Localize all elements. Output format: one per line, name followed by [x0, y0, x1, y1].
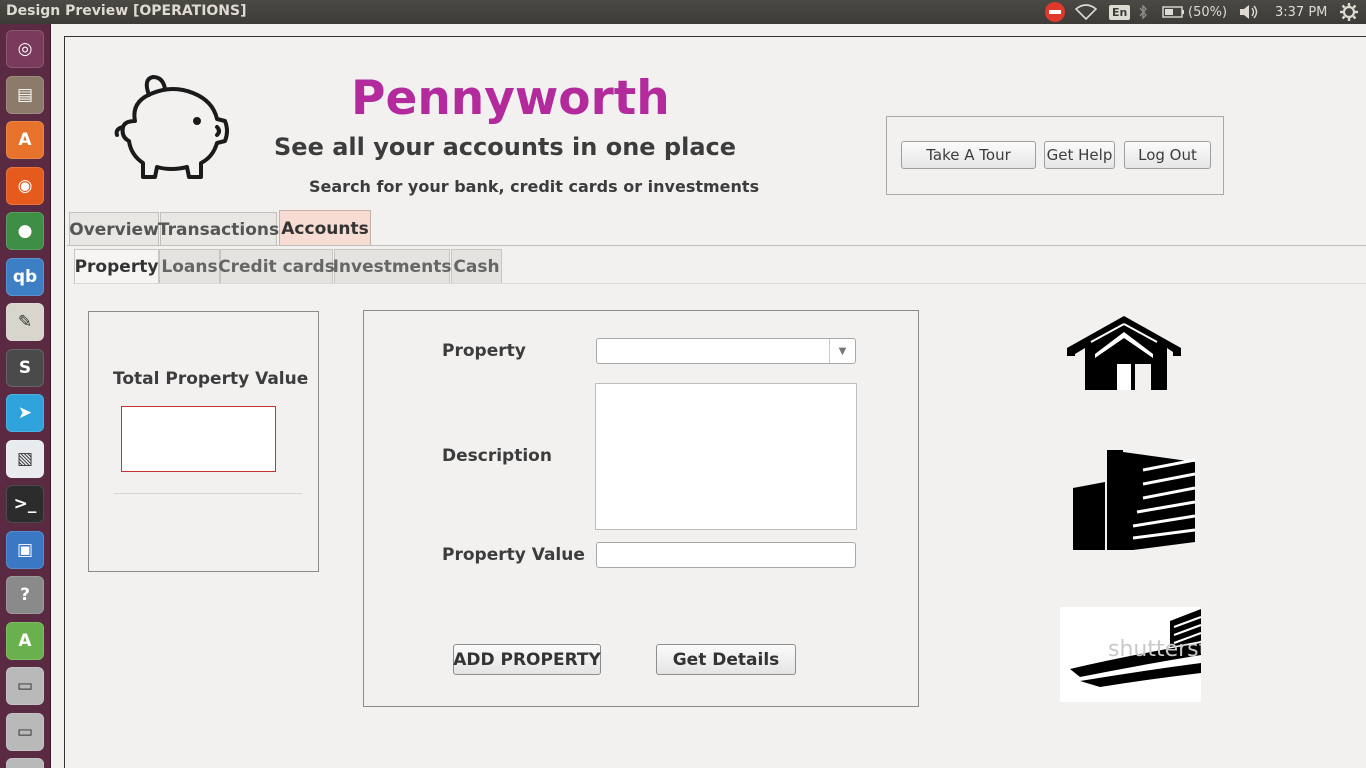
launcher-telegram-icon[interactable]: ➤: [6, 394, 44, 432]
tab-accounts[interactable]: Accounts: [279, 210, 371, 246]
app-subtitle: See all your accounts in one place: [274, 133, 737, 161]
piggy-bank-icon: [114, 75, 229, 179]
app-title: Pennyworth: [351, 71, 670, 126]
add-property-button[interactable]: ADD PROPERTY: [453, 644, 601, 675]
property-value-label: Property Value: [442, 545, 585, 565]
launcher-text-editor-icon[interactable]: ✎: [6, 303, 44, 341]
launcher-libreoffice-writer-icon[interactable]: ▧: [6, 440, 44, 478]
take-a-tour-button[interactable]: Take A Tour: [901, 141, 1036, 169]
search-hint-text: Search for your bank, credit cards or in…: [309, 177, 760, 196]
log-out-button[interactable]: Log Out: [1124, 141, 1211, 169]
building-icon: [1073, 450, 1195, 550]
stadium-watermark: shutterstock: [1108, 637, 1201, 662]
launcher-android-studio-icon[interactable]: A: [6, 622, 44, 660]
no-entry-icon[interactable]: [1044, 0, 1066, 24]
app-window: Pennyworth See all your accounts in one …: [64, 36, 1366, 768]
subtab-cash[interactable]: Cash: [451, 249, 502, 283]
stadium-image: shutterstock: [1060, 607, 1201, 702]
property-form: Property ▼ Description Property Value AD…: [363, 310, 919, 707]
keyboard-layout-label: En: [1109, 4, 1131, 20]
launcher-chrome-icon[interactable]: ●: [6, 212, 44, 250]
tabs-divider: [67, 245, 1366, 246]
launcher-files-icon[interactable]: ▤: [6, 76, 44, 114]
description-label: Description: [442, 446, 552, 466]
subtab-credit-cards[interactable]: Credit cards: [218, 249, 335, 283]
wifi-icon[interactable]: [1075, 0, 1099, 24]
launcher-dash-home-icon[interactable]: ◎: [6, 30, 44, 68]
volume-icon[interactable]: [1238, 0, 1262, 24]
house-icon: [1067, 316, 1181, 390]
launcher-firefox-icon[interactable]: ◉: [6, 167, 44, 205]
launcher-trash-icon[interactable]: ▭: [6, 758, 44, 768]
launcher-sublime-text-icon[interactable]: S: [6, 349, 44, 387]
top-panel: Design Preview [OPERATIONS] En (50%) 3:3…: [0, 0, 1366, 24]
property-label: Property: [442, 341, 526, 361]
property-value-input[interactable]: [596, 542, 856, 568]
launcher-software-center-icon[interactable]: A: [6, 121, 44, 159]
subtab-property[interactable]: Property: [74, 249, 159, 283]
total-property-label: Total Property Value: [113, 369, 309, 389]
bluetooth-icon[interactable]: [1138, 0, 1152, 24]
launcher-help-icon[interactable]: ?: [6, 576, 44, 614]
property-select[interactable]: ▼: [596, 338, 856, 364]
subtabs-divider: [73, 283, 1366, 284]
launcher: ◎ ▤ A ◉ ● qb ✎ S ➤ ▧ >_ ▣? A ▭ ▭ ▭: [0, 24, 51, 768]
launcher-disk-1-icon[interactable]: ▭: [6, 667, 44, 705]
subtab-loans[interactable]: Loans: [159, 249, 220, 283]
tab-overview[interactable]: Overview: [69, 212, 159, 246]
get-details-button[interactable]: Get Details: [656, 644, 796, 675]
launcher-terminal-icon[interactable]: >_: [6, 485, 44, 523]
panel-divider: [114, 493, 302, 494]
window-title: Design Preview [OPERATIONS]: [6, 3, 247, 19]
subtab-investments[interactable]: Investments: [333, 249, 451, 283]
launcher-virtualbox-icon[interactable]: ▣: [6, 531, 44, 569]
tab-transactions[interactable]: Transactions: [158, 212, 279, 246]
battery-indicator[interactable]: (50%): [1162, 0, 1232, 24]
launcher-qbittorrent-icon[interactable]: qb: [6, 258, 44, 296]
total-property-panel: Total Property Value: [88, 311, 319, 572]
description-textarea[interactable]: [595, 383, 857, 530]
session-gear-icon[interactable]: [1340, 0, 1362, 24]
launcher-disk-2-icon[interactable]: ▭: [6, 713, 44, 751]
chevron-down-icon[interactable]: ▼: [829, 339, 855, 363]
battery-icon: [1162, 6, 1184, 18]
battery-percentage: (50%): [1188, 4, 1228, 20]
keyboard-layout-indicator[interactable]: En: [1109, 0, 1131, 24]
clock[interactable]: 3:37 PM: [1275, 0, 1335, 24]
get-help-button[interactable]: Get Help: [1044, 141, 1115, 169]
header-actions: Take A Tour Get Help Log Out: [886, 116, 1224, 195]
total-property-value-field: [121, 406, 276, 472]
